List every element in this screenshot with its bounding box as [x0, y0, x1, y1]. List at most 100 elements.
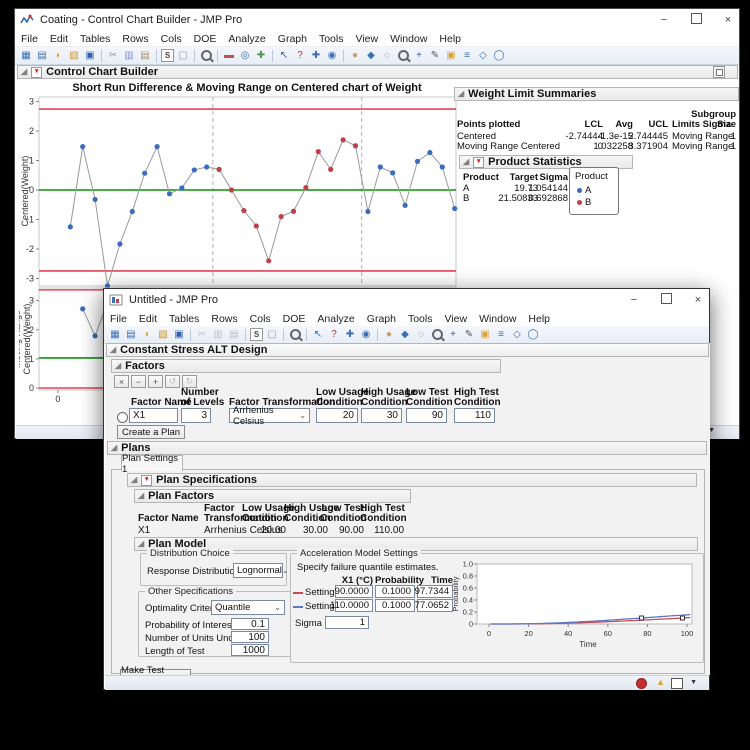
high-test-input[interactable]: 110 — [454, 408, 495, 423]
menu-rows[interactable]: Rows — [205, 313, 243, 325]
red-triangle-menu-icon[interactable]: ▼ — [141, 475, 152, 486]
annotate-tool-icon[interactable]: ▣ — [444, 49, 458, 62]
menu-window[interactable]: Window — [473, 313, 522, 325]
disclosure-icon[interactable]: ◢ — [131, 476, 137, 484]
menu-window[interactable]: Window — [384, 33, 433, 45]
hand-tool-icon[interactable]: ● — [382, 328, 396, 341]
menu-file[interactable]: File — [15, 33, 44, 45]
graph-builder-icon[interactable]: ✚ — [254, 49, 268, 62]
levels-input[interactable]: 3 — [181, 408, 211, 423]
setting1-x1-input[interactable]: 90.0000 — [335, 585, 373, 598]
addins-icon[interactable]: ◗ — [51, 49, 65, 62]
menu-graph[interactable]: Graph — [272, 33, 313, 45]
journal-icon[interactable]: ▬ — [222, 49, 236, 62]
factors-header[interactable]: ◢ Factors — [111, 359, 501, 373]
probability-of-interest-input[interactable]: 0.1 — [231, 618, 269, 630]
setting2-prob-input[interactable]: 0.1000 — [375, 599, 415, 612]
copy-icon[interactable]: ▥ — [122, 49, 136, 62]
setting2-x1-input[interactable]: 110.0000 — [335, 599, 373, 612]
oval-tool-icon[interactable]: ◯ — [492, 49, 506, 62]
line-tool-icon[interactable]: ≡ — [494, 328, 508, 341]
new-journal-icon[interactable]: ▤ — [35, 49, 49, 62]
caution-arrow-icon[interactable]: ▲ — [656, 677, 665, 687]
menu-rows[interactable]: Rows — [116, 33, 154, 45]
menu-tools[interactable]: Tools — [313, 33, 350, 45]
menu-help[interactable]: Help — [433, 33, 467, 45]
setting1-prob-input[interactable]: 0.1000 — [375, 585, 415, 598]
menu-help[interactable]: Help — [522, 313, 556, 325]
menu-edit[interactable]: Edit — [133, 313, 163, 325]
menu-cols[interactable]: Cols — [155, 33, 188, 45]
disclosure-icon[interactable]: ◢ — [115, 362, 121, 370]
fg-minimize-button[interactable]: − — [627, 294, 641, 306]
factor-name-input[interactable]: X1 — [129, 408, 178, 423]
polygon-tool-icon[interactable]: ◇ — [476, 49, 490, 62]
cut-icon[interactable]: ✂ — [106, 49, 120, 62]
menu-file[interactable]: File — [104, 313, 133, 325]
menu-analyze[interactable]: Analyze — [311, 313, 360, 325]
annotate-tool-icon[interactable]: ▣ — [478, 328, 492, 341]
line-tool-icon[interactable]: ≡ — [460, 49, 474, 62]
lasso-tool-icon[interactable]: ◌ — [414, 328, 428, 341]
optimality-criterion-select[interactable]: Quantile⌄ — [211, 600, 285, 615]
plan-factors-header[interactable]: ◢ Plan Factors — [134, 489, 411, 503]
menu-doe[interactable]: DOE — [277, 313, 312, 325]
disclosure-icon[interactable]: ◢ — [111, 444, 117, 452]
menu-analyze[interactable]: Analyze — [222, 33, 271, 45]
move-tool-icon[interactable]: ✚ — [309, 49, 323, 62]
magnifier-tool-icon[interactable] — [430, 328, 444, 341]
weight-limit-summaries-header[interactable]: ◢ Weight Limit Summaries — [454, 87, 739, 101]
menu-view[interactable]: View — [438, 313, 473, 325]
alt-design-header[interactable]: ◢ Constant Stress ALT Design — [106, 343, 709, 357]
lock-icon[interactable]: ▢ — [176, 49, 190, 62]
summary-icon[interactable]: S — [250, 328, 263, 341]
globe-tool-icon[interactable]: ◉ — [359, 328, 373, 341]
globe-tool-icon[interactable]: ◉ — [325, 49, 339, 62]
sigma-input[interactable]: 1 — [325, 616, 369, 629]
search-icon[interactable] — [288, 328, 302, 341]
red-triangle-menu-icon[interactable]: ▼ — [473, 157, 484, 168]
tab-plan-settings-1[interactable]: Plan Settings 1 — [121, 455, 183, 471]
arrow-tool-icon[interactable]: ↖ — [311, 328, 325, 341]
help-tool-icon[interactable]: ? — [293, 49, 307, 62]
summary-icon[interactable]: S — [161, 49, 174, 62]
bg-minimize-button[interactable]: − — [657, 14, 671, 26]
pencil-tool-icon[interactable]: ✎ — [462, 328, 476, 341]
factor-radio[interactable] — [117, 412, 128, 423]
fg-maximize-button[interactable] — [659, 293, 673, 307]
oval-tool-icon[interactable]: ◯ — [526, 328, 540, 341]
brush-tool-icon[interactable]: ◆ — [398, 328, 412, 341]
low-test-input[interactable]: 90 — [406, 408, 447, 423]
menu-tables[interactable]: Tables — [163, 313, 205, 325]
length-of-test-input[interactable]: 1000 — [231, 644, 269, 656]
stop-script-icon[interactable] — [636, 678, 647, 689]
pencil-tool-icon[interactable]: ✎ — [428, 49, 442, 62]
disclosure-icon[interactable]: ◢ — [110, 346, 116, 354]
lasso-tool-icon[interactable]: ◌ — [380, 49, 394, 62]
bg-maximize-button[interactable] — [689, 13, 703, 27]
hand-tool-icon[interactable]: ● — [348, 49, 362, 62]
remove-row-button[interactable]: × — [114, 375, 129, 388]
fg-close-button[interactable]: × — [691, 294, 705, 306]
transformation-select[interactable]: Arrhenius Celsius⌄ — [229, 408, 310, 423]
new-data-table-icon[interactable]: ▦ — [108, 328, 122, 341]
cut-icon[interactable]: ✂ — [195, 328, 209, 341]
menu-graph[interactable]: Graph — [361, 313, 402, 325]
open-file-icon[interactable]: ▧ — [156, 328, 170, 341]
status-dropdown-icon[interactable]: ▼ — [690, 679, 697, 686]
save-icon[interactable]: ▣ — [172, 328, 186, 341]
low-usage-input[interactable]: 20 — [316, 408, 358, 423]
menu-view[interactable]: View — [349, 33, 384, 45]
disclosure-icon[interactable]: ◢ — [138, 492, 144, 500]
arrow-tool-icon[interactable]: ↖ — [277, 49, 291, 62]
plus-button[interactable]: + — [148, 375, 163, 388]
high-usage-input[interactable]: 30 — [361, 408, 402, 423]
undo-icon[interactable]: ↺ — [165, 375, 180, 388]
crosshair-tool-icon[interactable]: + — [446, 328, 460, 341]
menu-edit[interactable]: Edit — [44, 33, 74, 45]
menu-cols[interactable]: Cols — [244, 313, 277, 325]
help-tool-icon[interactable]: ? — [327, 328, 341, 341]
window-mode-icon[interactable] — [671, 678, 683, 689]
move-tool-icon[interactable]: ✚ — [343, 328, 357, 341]
crosshair-tool-icon[interactable]: + — [412, 49, 426, 62]
